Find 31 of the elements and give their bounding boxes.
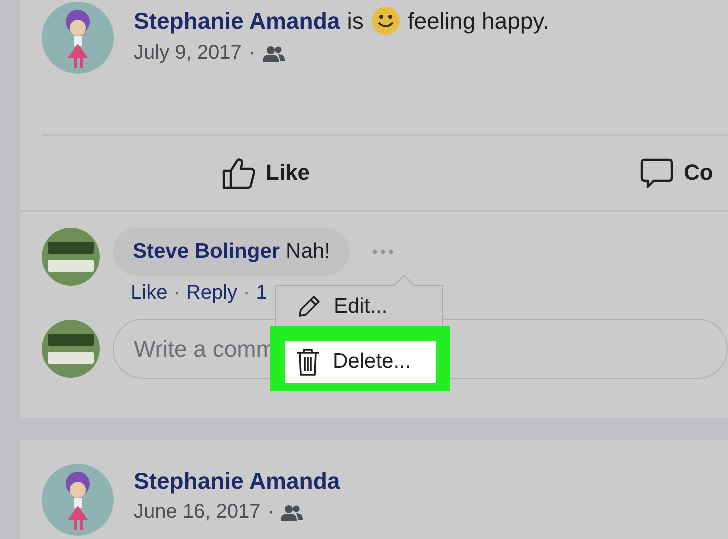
comment-link[interactable]: Reply xyxy=(186,282,238,305)
thumbs-up-icon xyxy=(222,156,256,190)
avatar-icon xyxy=(42,2,114,74)
pencil-icon xyxy=(296,294,322,320)
post-date[interactable]: July 9, 2017 xyxy=(134,42,242,65)
status-text: is xyxy=(347,8,364,34)
avatar-icon xyxy=(42,228,100,286)
author-name[interactable]: Stephanie Amanda xyxy=(134,468,340,495)
delete-menu-item[interactable]: Delete... xyxy=(285,341,436,383)
separator-dot: · xyxy=(268,501,274,524)
post-date[interactable]: June 16, 2017 xyxy=(134,501,261,524)
people-icon xyxy=(262,46,285,62)
people-icon xyxy=(281,504,304,520)
comment-link[interactable]: Like xyxy=(131,282,168,305)
commenter-name[interactable]: Steve Bolinger xyxy=(133,240,280,264)
trash-icon xyxy=(295,347,321,377)
comment-text: Nah! xyxy=(286,240,330,264)
status-text: feeling happy. xyxy=(408,8,550,34)
like-button[interactable]: Like xyxy=(222,156,310,190)
comment-button[interactable]: Co xyxy=(640,156,714,190)
separator-dot: · xyxy=(248,42,256,65)
author-name[interactable]: Stephanie Amanda xyxy=(134,8,340,34)
smiley-icon xyxy=(370,6,401,36)
separator-dot: · xyxy=(244,282,250,305)
speech-bubble-icon xyxy=(640,156,674,190)
avatar-icon xyxy=(42,320,100,378)
comment-time[interactable]: 1 xyxy=(256,282,268,305)
avatar-icon xyxy=(42,464,114,536)
separator-dot: · xyxy=(174,282,180,305)
edit-menu-item[interactable]: Edit... xyxy=(276,286,442,326)
more-options-icon xyxy=(372,249,394,255)
